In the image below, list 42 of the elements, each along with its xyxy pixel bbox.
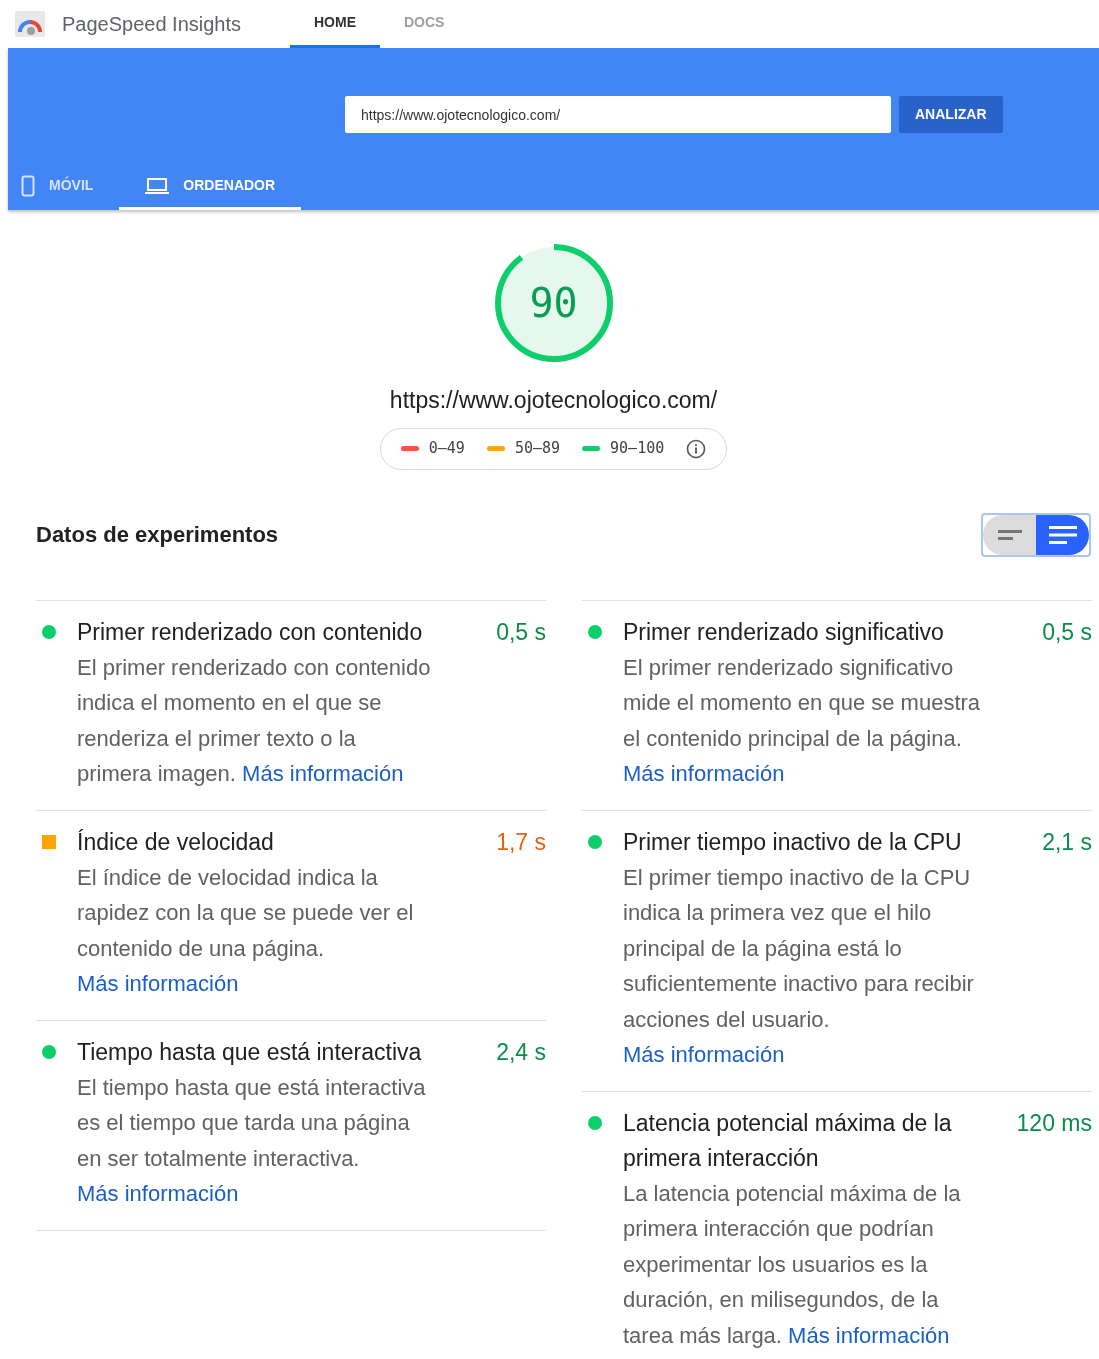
- speedometer-logo-icon: [15, 11, 45, 37]
- more-info-link[interactable]: Más información: [77, 971, 239, 996]
- device-tab[interactable]: ORDENADOR: [119, 164, 302, 210]
- short-lines-icon: [997, 528, 1022, 541]
- section-title: Datos de experimentos: [36, 521, 279, 549]
- metric-description: El primer renderizado con contenido indica el momento en el que se renderiza el primer texto o la primera imagen. Más información: [77, 653, 432, 788]
- laptop-icon: [145, 176, 170, 195]
- metric-value: 2,4 s: [496, 1037, 546, 1067]
- more-info-link[interactable]: Más información: [788, 1322, 950, 1348]
- metric-title: Índice de velocidad: [77, 827, 274, 857]
- metric-title: Tiempo hasta que está interactiva: [77, 1037, 422, 1067]
- metric-value: 2,1 s: [1042, 827, 1092, 857]
- compact-view-button[interactable]: [983, 514, 1036, 555]
- app-title: PageSpeed Insights: [62, 12, 242, 37]
- expanded-view-button[interactable]: [1036, 514, 1089, 555]
- metric-value: 120 ms: [1016, 1108, 1092, 1138]
- legend-label: 90–100: [610, 438, 665, 460]
- analyzed-url: https://www.ojotecnologico.com/: [389, 386, 718, 415]
- metric-description: El índice de velocidad indica la rapidez con la que se puede ver el contenido de una página. Más información: [77, 863, 415, 998]
- metric-value: 1,7 s: [496, 827, 546, 857]
- score-value: 90: [529, 283, 578, 323]
- metric-value: 0,5 s: [496, 617, 546, 647]
- legend-label: 0–49: [428, 438, 465, 460]
- more-info-link[interactable]: Más información: [623, 761, 785, 786]
- metric-description: El tiempo hasta que está interactiva es el tiempo que tarda una página en ser totalmente interactiva. Más información: [77, 1073, 427, 1208]
- text-lines-icon: [1048, 524, 1077, 545]
- more-info-link[interactable]: Más información: [242, 761, 404, 786]
- info-icon[interactable]: [686, 438, 707, 459]
- more-info-link[interactable]: Más información: [623, 1042, 785, 1067]
- analyze-button[interactable]: ANALIZAR: [899, 96, 1003, 133]
- metric-title: Latencia potencial máxima de la primera interacción: [623, 1108, 953, 1173]
- legend-label: 50–89: [514, 438, 561, 460]
- metric-title: Primer tiempo inactivo de la CPU: [623, 827, 962, 857]
- metric-description: El primer tiempo inactivo de la CPU indica la primera vez que el hilo principal de la página está lo suficientemente inactivo para recibir acciones del usuario. Más información: [623, 863, 975, 1069]
- metric-description: El primer renderizado significativo mide el momento en que se muestra el contenido principal de la página. Más información: [623, 653, 981, 788]
- url-input-field[interactable]: https://www.ojotecnologico.com/: [345, 96, 891, 133]
- metric-description: La latencia potencial máxima de la primera interacción que podrían experimentar los usuarios es la duración, en milisegundos, de la tarea más larga. Más información: [623, 1179, 962, 1350]
- metric-value: 0,5 s: [1042, 617, 1092, 647]
- more-info-link[interactable]: Más información: [77, 1181, 239, 1206]
- phone-icon: [21, 174, 35, 197]
- metric-title: Primer renderizado con contenido: [77, 617, 423, 647]
- metric-title: Primer renderizado significativo: [623, 617, 944, 647]
